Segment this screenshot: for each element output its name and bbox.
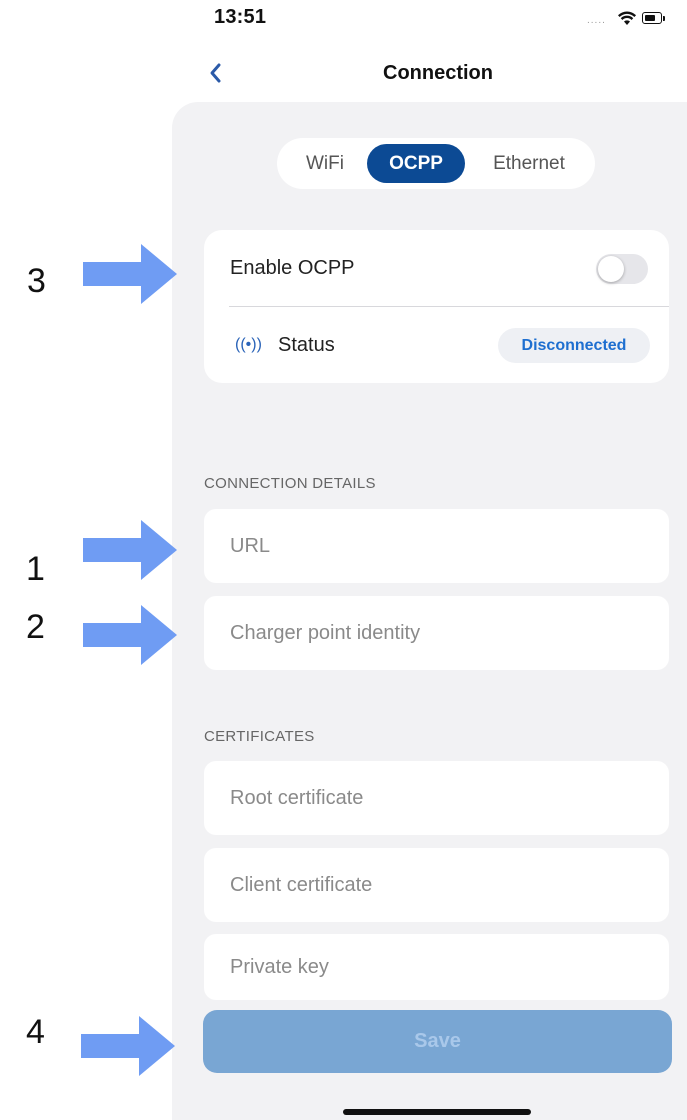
toggle-knob: [598, 256, 624, 282]
enable-ocpp-label: Enable OCPP: [230, 257, 355, 279]
annotation-number-2: 2: [26, 608, 45, 646]
tab-wifi[interactable]: WiFi: [291, 144, 359, 183]
battery-icon: [642, 12, 662, 24]
client-certificate-input[interactable]: [204, 848, 669, 922]
chevron-left-icon[interactable]: [204, 58, 230, 88]
client-certificate-field: [204, 848, 669, 922]
annotation-number-4: 4: [26, 1013, 45, 1051]
charger-point-identity-field: [204, 596, 669, 670]
cellular-signal-icon: .....: [587, 15, 606, 26]
root-certificate-input[interactable]: [204, 761, 669, 835]
annotation-number-3: 3: [27, 262, 46, 300]
tab-ocpp[interactable]: OCPP: [367, 144, 465, 183]
status-badge: Disconnected: [498, 328, 650, 363]
connection-details-header: CONNECTION DETAILS: [204, 475, 376, 492]
annotation-number-1: 1: [26, 550, 45, 588]
private-key-field: [204, 934, 669, 1000]
divider: [229, 306, 669, 307]
enable-ocpp-toggle[interactable]: [596, 254, 648, 284]
wifi-icon: [618, 11, 636, 25]
tab-ethernet[interactable]: Ethernet: [475, 144, 583, 183]
status-indicators: .....: [587, 9, 667, 29]
ocpp-settings-card: Enable OCPP ((•)) Status Disconnected: [204, 230, 669, 383]
status-label: Status: [278, 334, 335, 356]
save-button[interactable]: Save: [203, 1010, 672, 1073]
broadcast-signal-icon: ((•)): [235, 336, 262, 353]
annotation-arrow-right-icon: [81, 1016, 175, 1076]
url-field: [204, 509, 669, 583]
certificates-header: CERTIFICATES: [204, 728, 315, 745]
connection-type-tabs: WiFi OCPP Ethernet: [277, 138, 595, 189]
page-title: Connection: [383, 62, 493, 84]
annotation-arrow-right-icon: [83, 520, 177, 580]
status-time: 13:51: [214, 6, 267, 28]
root-certificate-field: [204, 761, 669, 835]
private-key-input[interactable]: [204, 934, 669, 1000]
battery-tip: [663, 16, 665, 21]
annotation-arrow-right-icon: [83, 244, 177, 304]
charger-point-identity-input[interactable]: [204, 596, 669, 670]
url-input[interactable]: [204, 509, 669, 583]
annotation-arrow-right-icon: [83, 605, 177, 665]
home-indicator: [343, 1109, 531, 1115]
